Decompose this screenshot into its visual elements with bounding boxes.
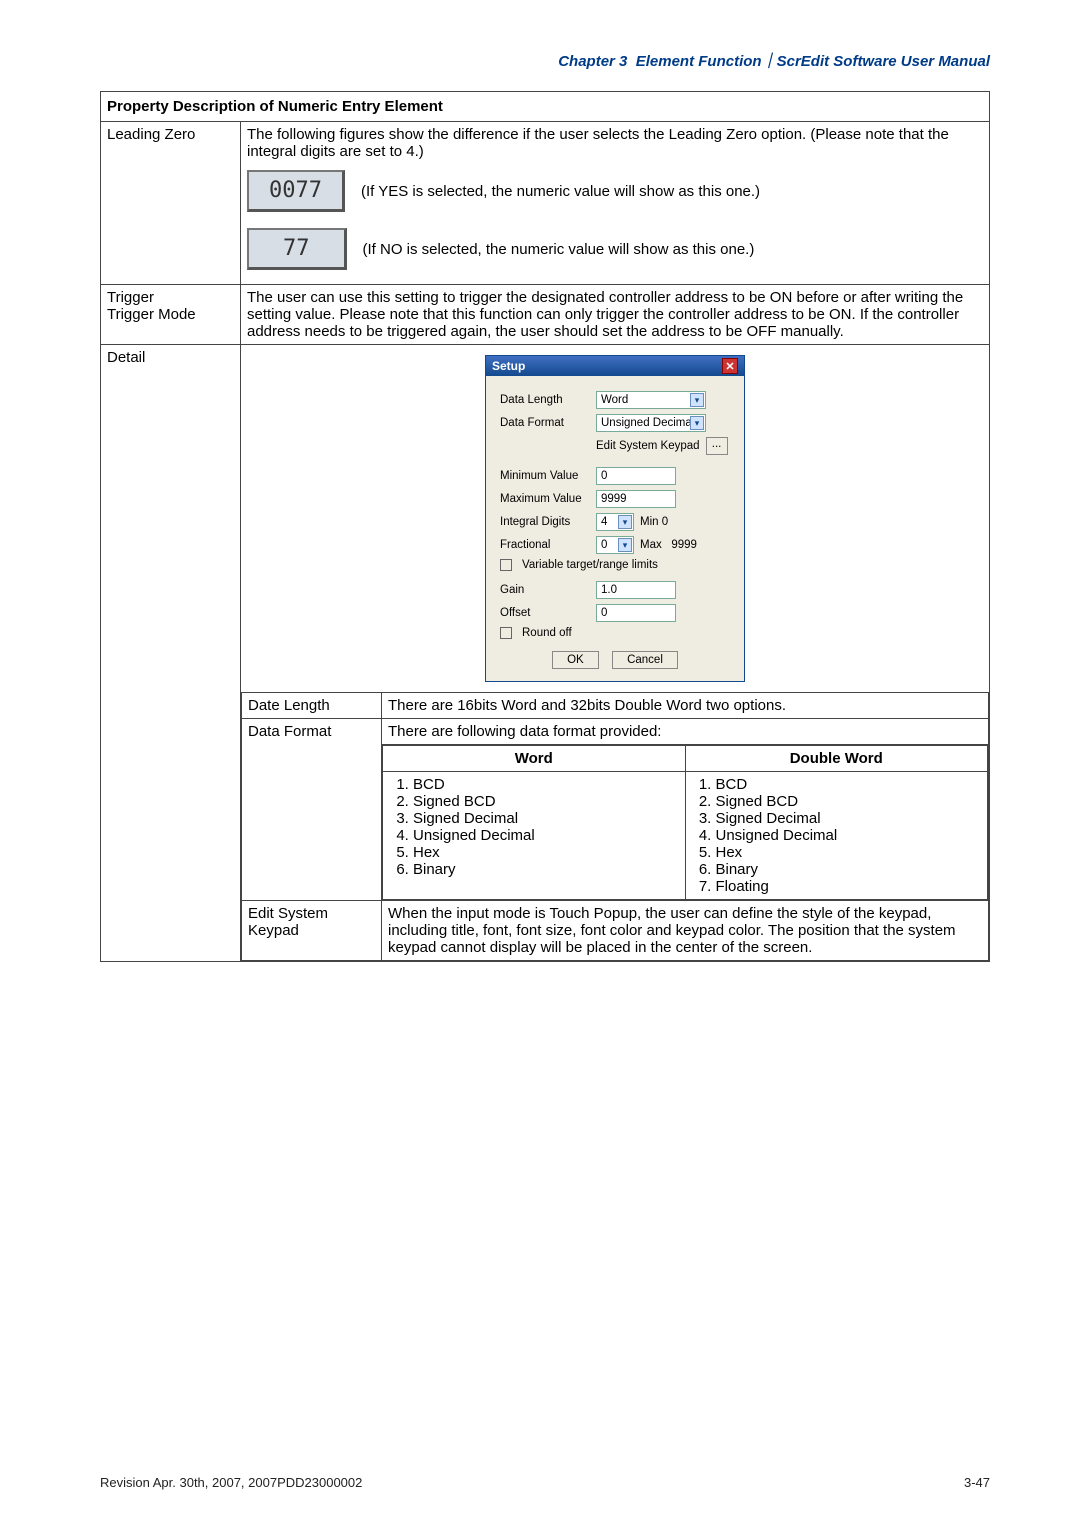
dword-list-cell: BCD Signed BCD Signed Decimal Unsigned D… <box>685 772 988 900</box>
chevron-down-icon[interactable]: ▾ <box>690 393 704 407</box>
list-item: Signed BCD <box>413 793 679 810</box>
dialog-titlebar: Setup ✕ <box>486 356 744 376</box>
sub-intro-data-format: There are following data format provided… <box>382 719 989 745</box>
chevron-down-icon[interactable]: ▾ <box>618 538 632 552</box>
close-icon[interactable]: ✕ <box>722 358 738 374</box>
sub-label-data-format: Data Format <box>242 719 382 901</box>
label-variable-limits: Variable target/range limits <box>522 559 658 571</box>
label-offset: Offset <box>500 607 590 619</box>
label-data-format: Data Format <box>500 417 590 429</box>
display-yes: 0077 <box>247 170 345 212</box>
list-item: Hex <box>716 844 982 861</box>
sub-desc-edit-keypad: When the input mode is Touch Popup, the … <box>382 901 989 961</box>
no-note: (If NO is selected, the numeric value wi… <box>363 241 755 258</box>
label-max-value: Maximum Value <box>500 493 590 505</box>
chapter: Chapter 3 <box>558 53 627 70</box>
list-item: Signed BCD <box>716 793 982 810</box>
sub-label-edit-keypad: Edit SystemKeypad <box>242 901 382 961</box>
revision-text: Revision Apr. 30th, 2007, 2007PDD2300000… <box>100 1475 362 1490</box>
list-item: Unsigned Decimal <box>716 827 982 844</box>
manual: ScrEdit Software User Manual <box>777 53 990 70</box>
row-content-leading-zero: The following figures show the differenc… <box>241 122 990 285</box>
table-title: Property Description of Numeric Entry El… <box>101 92 990 122</box>
cancel-button[interactable]: Cancel <box>612 651 678 669</box>
input-gain[interactable] <box>596 581 676 599</box>
input-max-value[interactable] <box>596 490 676 508</box>
display-no: 77 <box>247 228 347 270</box>
list-item: Hex <box>413 844 679 861</box>
list-item: Unsigned Decimal <box>413 827 679 844</box>
label-integral: Integral Digits <box>500 516 590 528</box>
yes-note: (If YES is selected, the numeric value w… <box>361 183 760 200</box>
label-data-length: Data Length <box>500 394 590 406</box>
label-min-value: Minimum Value <box>500 470 590 482</box>
list-item: Floating <box>716 878 982 895</box>
list-item: BCD <box>413 776 679 793</box>
page-number: 3-47 <box>964 1475 990 1490</box>
list-item: Binary <box>716 861 982 878</box>
sub-label-date-length: Date Length <box>242 693 382 719</box>
chevron-down-icon[interactable]: ▾ <box>618 515 632 529</box>
edit-keypad-button[interactable]: ... <box>706 437 728 455</box>
label-min: Min 0 <box>640 516 668 528</box>
list-item: Signed Decimal <box>413 810 679 827</box>
row-content-trigger: The user can use this setting to trigger… <box>241 285 990 345</box>
label-gain: Gain <box>500 584 590 596</box>
chevron-down-icon[interactable]: ▾ <box>690 416 704 430</box>
row-label-detail: Detail <box>101 345 241 962</box>
list-item: BCD <box>716 776 982 793</box>
label-max: Max 9999 <box>640 539 697 551</box>
list-item: Signed Decimal <box>716 810 982 827</box>
format-table: Word Double Word BCD Signed BCD Signed D… <box>382 745 988 900</box>
ok-button[interactable]: OK <box>552 651 599 669</box>
col-head-dword: Double Word <box>685 746 988 772</box>
page-footer: Revision Apr. 30th, 2007, 2007PDD2300000… <box>100 1475 990 1490</box>
setup-dialog: Setup ✕ Data Length ▾ Data Format ▾ Edit… <box>485 355 745 682</box>
label-fractional: Fractional <box>500 539 590 551</box>
word-list-cell: BCD Signed BCD Signed Decimal Unsigned D… <box>383 772 686 900</box>
row-label-trigger: TriggerTrigger Mode <box>101 285 241 345</box>
col-head-word: Word <box>383 746 686 772</box>
page-header: Chapter 3 Element Function｜ScrEdit Softw… <box>100 50 990 71</box>
detail-subtable: Date Length There are 16bits Word and 32… <box>241 692 989 961</box>
leading-zero-desc: The following figures show the differenc… <box>247 126 983 160</box>
input-offset[interactable] <box>596 604 676 622</box>
checkbox-round-off[interactable] <box>500 627 512 639</box>
dialog-title: Setup <box>492 359 525 373</box>
row-label-leading-zero: Leading Zero <box>101 122 241 285</box>
label-round-off: Round off <box>522 627 572 639</box>
sub-desc-date-length: There are 16bits Word and 32bits Double … <box>382 693 989 719</box>
label-edit-keypad: Edit System Keypad <box>596 440 700 452</box>
section: Element Function <box>636 53 762 70</box>
list-item: Binary <box>413 861 679 878</box>
checkbox-variable-limits[interactable] <box>500 559 512 571</box>
property-table: Property Description of Numeric Entry El… <box>100 91 990 962</box>
input-min-value[interactable] <box>596 467 676 485</box>
